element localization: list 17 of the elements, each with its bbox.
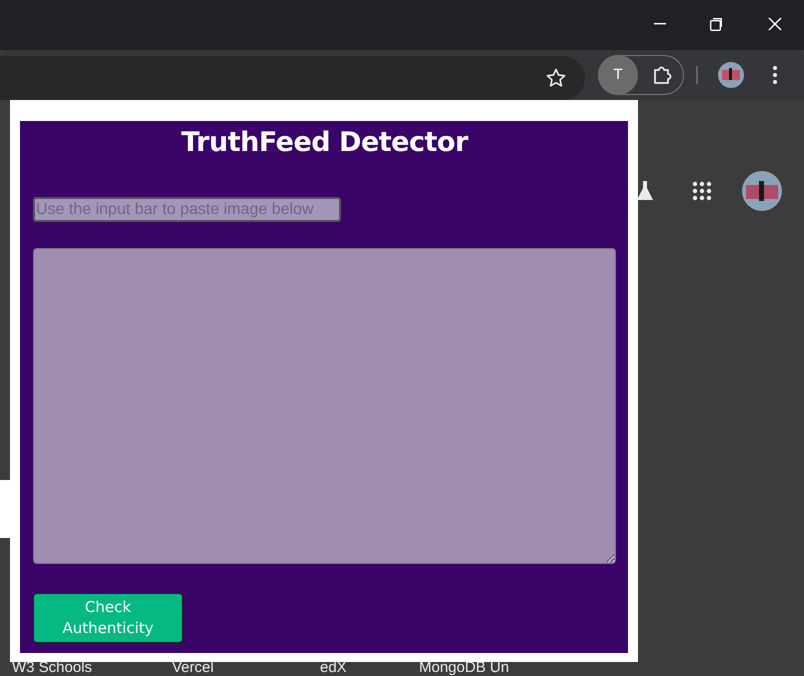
minimize-icon[interactable] <box>654 23 666 25</box>
restore-icon[interactable] <box>710 18 723 31</box>
bookmark-link[interactable]: MongoDB Un <box>419 659 510 676</box>
apps-grid-icon[interactable] <box>692 181 712 201</box>
bookmark-link[interactable]: edX <box>320 659 419 676</box>
input-field[interactable]: Use the input bar to paste image below <box>33 197 341 222</box>
extension-button[interactable]: T <box>598 55 638 95</box>
bookmark-link[interactable]: Vercel <box>172 659 320 676</box>
profile-avatar[interactable] <box>718 62 744 88</box>
flask-icon[interactable] <box>636 180 654 202</box>
profile-avatar[interactable] <box>742 171 782 211</box>
puzzle-icon[interactable] <box>652 64 674 86</box>
popup-title: TruthFeed Detector <box>180 127 470 159</box>
close-icon[interactable] <box>768 17 782 31</box>
menu-icon[interactable] <box>773 66 777 84</box>
bookmark-link[interactable]: W3 Schools <box>12 659 172 676</box>
star-icon[interactable] <box>546 68 566 88</box>
